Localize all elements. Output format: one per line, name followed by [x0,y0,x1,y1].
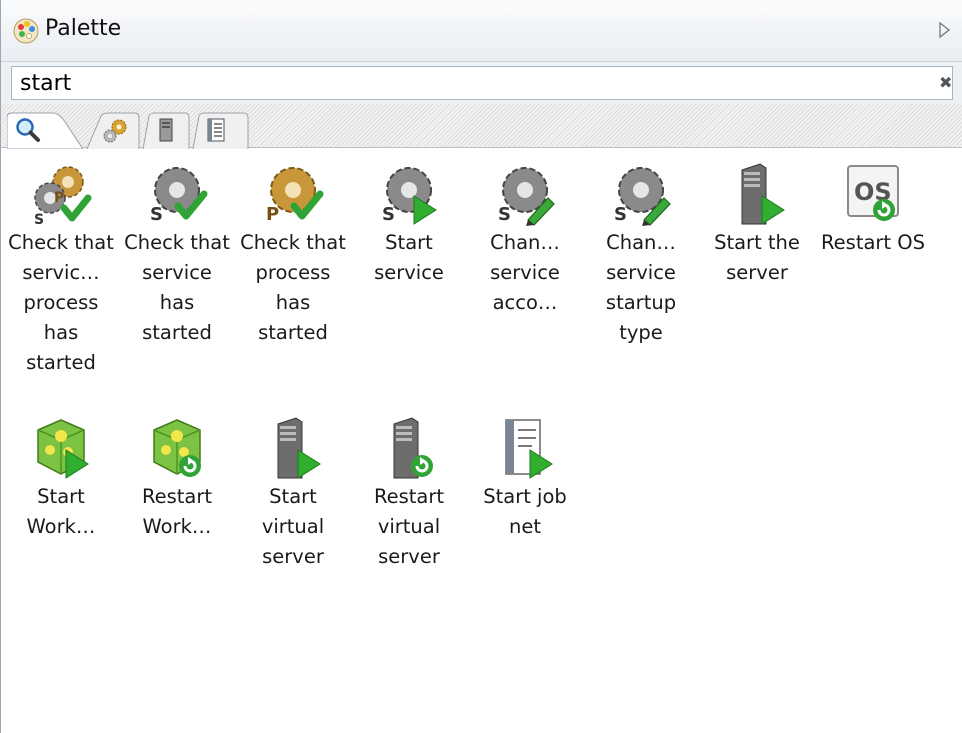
palette-item[interactable]: S Start service [354,162,464,288]
svg-text:S: S [382,204,395,225]
item-label: Check that process has started [240,231,346,344]
palette-item[interactable]: Start virtual server [238,416,348,572]
service-check-icon: S [150,167,208,225]
service-process-check-icon: P S [34,166,92,228]
item-label: Restart virtual server [373,485,445,568]
tab-servers[interactable] [141,112,193,149]
collapse-triangle-icon[interactable] [937,20,951,40]
tab-search[interactable] [7,112,87,149]
jobnet-start-icon [505,419,553,479]
palette-item[interactable]: OS Restart OS [818,162,928,258]
palette-item[interactable]: P Check that process has started [238,162,348,348]
workload-start-icon [37,419,89,479]
item-label: Start Work… [26,485,96,538]
server-icon [159,118,173,142]
palette-item[interactable]: Start Work… [6,416,116,542]
palette-tabs [1,104,962,149]
palette-item[interactable]: S Check that service has started [122,162,232,348]
palette-item[interactable]: Restart virtual server [354,416,464,572]
gears-icon [103,119,127,143]
search-input[interactable] [11,66,953,100]
workload-restart-icon [153,419,201,477]
palette-panel: Palette ✖ [0,0,962,733]
palette-item[interactable]: Start the server [702,162,812,288]
item-label: Restart Work… [141,485,213,538]
item-label: Chan… service startup type [605,231,677,344]
item-label: Start job net [483,485,567,538]
palette-titlebar: Palette [1,0,962,62]
service-start-icon: S [382,167,437,225]
virtual-server-start-icon [277,417,321,479]
palette-item[interactable]: S Chan… service acco… [470,162,580,318]
clear-icon[interactable]: ✖ [939,74,955,92]
palette-icon [13,18,39,44]
item-label: Start service [374,231,444,284]
item-label: Check that servic… process has started [8,231,114,374]
item-label: Start the server [714,231,800,284]
item-label: Check that service has started [124,231,230,344]
svg-text:P: P [266,204,279,225]
tab-jobs[interactable] [83,112,143,149]
process-check-icon: P [266,167,324,225]
palette-item[interactable]: S Chan… service startup type [586,162,696,348]
panel-title: Palette [45,16,122,41]
item-label: Restart OS [820,231,925,254]
tab-jobnets[interactable] [191,112,251,149]
virtual-server-restart-icon [393,417,433,479]
item-label: Start virtual server [261,485,325,568]
service-account-edit-icon: S [498,167,555,226]
palette-items: P S Check that servic… process has start… [1,148,962,733]
palette-item[interactable]: P S Check that servic… process has start… [6,162,116,378]
svg-text:S: S [150,204,163,225]
server-start-icon [741,163,785,225]
document-icon [207,118,225,142]
svg-text:S: S [614,204,627,225]
palette-item[interactable]: Restart Work… [122,416,232,542]
service-startup-edit-icon: S [614,167,671,226]
svg-text:S: S [34,212,44,228]
item-label: Chan… service acco… [490,231,560,314]
os-restart-icon: OS [847,165,899,221]
search-row: ✖ [1,62,962,104]
magnifier-icon [16,118,40,142]
palette-item[interactable]: Start job net [470,416,580,542]
svg-text:S: S [498,204,511,225]
svg-text:P: P [54,190,64,206]
